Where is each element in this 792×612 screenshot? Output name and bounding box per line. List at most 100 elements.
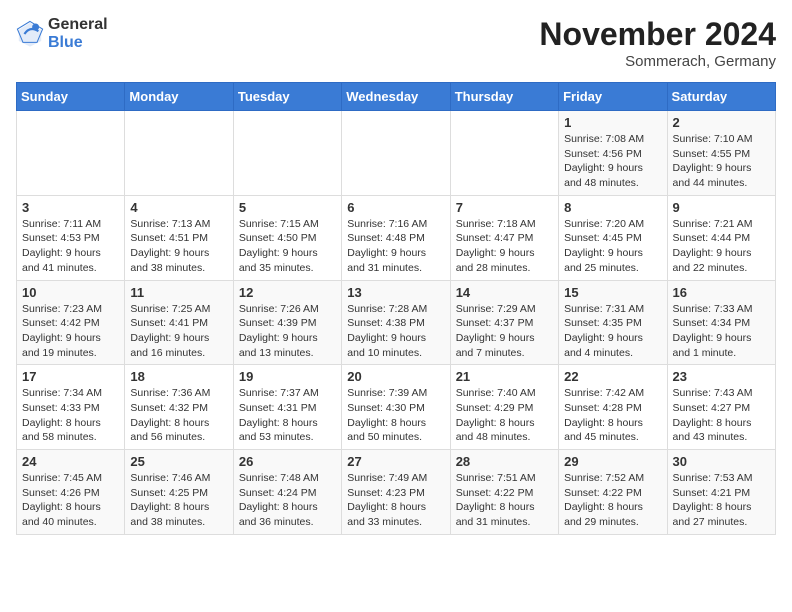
- day-info: Sunrise: 7:46 AM Sunset: 4:25 PM Dayligh…: [130, 471, 227, 530]
- day-number: 1: [564, 115, 661, 130]
- day-info: Sunrise: 7:34 AM Sunset: 4:33 PM Dayligh…: [22, 386, 119, 445]
- logo: General Blue: [16, 16, 108, 51]
- day-info: Sunrise: 7:13 AM Sunset: 4:51 PM Dayligh…: [130, 217, 227, 276]
- logo-general-text: General: [48, 16, 108, 34]
- day-number: 15: [564, 285, 661, 300]
- day-number: 19: [239, 369, 336, 384]
- day-info: Sunrise: 7:53 AM Sunset: 4:21 PM Dayligh…: [673, 471, 770, 530]
- day-cell: [342, 111, 450, 196]
- day-number: 10: [22, 285, 119, 300]
- day-cell: 17 Sunrise: 7:34 AM Sunset: 4:33 PM Dayli…: [17, 365, 125, 450]
- day-number: 27: [347, 454, 444, 469]
- day-cell: 7 Sunrise: 7:18 AM Sunset: 4:47 PM Daylig…: [450, 195, 558, 280]
- day-cell: 13Sunrise: 7:28 AM Sunset: 4:38 PM Dayli…: [342, 280, 450, 365]
- title-block: November 2024 Sommerach, Germany: [539, 16, 776, 70]
- day-number: 25: [130, 454, 227, 469]
- day-cell: 24 Sunrise: 7:45 AM Sunset: 4:26 PM Dayli…: [17, 450, 125, 535]
- day-info: Sunrise: 7:18 AM Sunset: 4:47 PM Dayligh…: [456, 217, 553, 276]
- day-number: 7: [456, 200, 553, 215]
- day-cell: 26 Sunrise: 7:48 AM Sunset: 4:24 PM Dayli…: [233, 450, 341, 535]
- day-cell: 20 Sunrise: 7:39 AM Sunset: 4:30 PM Dayli…: [342, 365, 450, 450]
- day-number: 3: [22, 200, 119, 215]
- day-cell: 25 Sunrise: 7:46 AM Sunset: 4:25 PM Dayli…: [125, 450, 233, 535]
- header-monday: Monday: [125, 83, 233, 111]
- header-friday: Friday: [559, 83, 667, 111]
- day-info: Sunrise: 7:48 AM Sunset: 4:24 PM Dayligh…: [239, 471, 336, 530]
- header-row: SundayMondayTuesdayWednesdayThursdayFrid…: [17, 83, 776, 111]
- header-wednesday: Wednesday: [342, 83, 450, 111]
- calendar-table: SundayMondayTuesdayWednesdayThursdayFrid…: [16, 82, 776, 535]
- day-info: Sunrise: 7:15 AM Sunset: 4:50 PM Dayligh…: [239, 217, 336, 276]
- day-cell: 3Sunrise: 7:11 AM Sunset: 4:53 PM Daylig…: [17, 195, 125, 280]
- day-info: Sunrise: 7:29 AM Sunset: 4:37 PM Dayligh…: [456, 302, 553, 361]
- day-number: 21: [456, 369, 553, 384]
- day-number: 26: [239, 454, 336, 469]
- day-info: Sunrise: 7:33 AM Sunset: 4:34 PM Dayligh…: [673, 302, 770, 361]
- day-cell: 6 Sunrise: 7:16 AM Sunset: 4:48 PM Daylig…: [342, 195, 450, 280]
- day-number: 30: [673, 454, 770, 469]
- page-header: General Blue November 2024 Sommerach, Ge…: [16, 16, 776, 70]
- day-cell: 15 Sunrise: 7:31 AM Sunset: 4:35 PM Dayli…: [559, 280, 667, 365]
- day-number: 17: [22, 369, 119, 384]
- day-info: Sunrise: 7:52 AM Sunset: 4:22 PM Dayligh…: [564, 471, 661, 530]
- day-number: 16: [673, 285, 770, 300]
- day-info: Sunrise: 7:31 AM Sunset: 4:35 PM Dayligh…: [564, 302, 661, 361]
- day-number: 2: [673, 115, 770, 130]
- header-sunday: Sunday: [17, 83, 125, 111]
- day-cell: 18 Sunrise: 7:36 AM Sunset: 4:32 PM Dayli…: [125, 365, 233, 450]
- day-number: 9: [673, 200, 770, 215]
- day-info: Sunrise: 7:26 AM Sunset: 4:39 PM Dayligh…: [239, 302, 336, 361]
- week-row-5: 24 Sunrise: 7:45 AM Sunset: 4:26 PM Dayli…: [17, 450, 776, 535]
- day-info: Sunrise: 7:43 AM Sunset: 4:27 PM Dayligh…: [673, 386, 770, 445]
- day-info: Sunrise: 7:21 AM Sunset: 4:44 PM Dayligh…: [673, 217, 770, 276]
- day-number: 29: [564, 454, 661, 469]
- day-cell: 27 Sunrise: 7:49 AM Sunset: 4:23 PM Dayli…: [342, 450, 450, 535]
- day-number: 18: [130, 369, 227, 384]
- day-cell: [17, 111, 125, 196]
- day-info: Sunrise: 7:45 AM Sunset: 4:26 PM Dayligh…: [22, 471, 119, 530]
- header-thursday: Thursday: [450, 83, 558, 111]
- day-cell: 10 Sunrise: 7:23 AM Sunset: 4:42 PM Dayli…: [17, 280, 125, 365]
- day-number: 23: [673, 369, 770, 384]
- day-number: 28: [456, 454, 553, 469]
- day-number: 12: [239, 285, 336, 300]
- day-cell: [450, 111, 558, 196]
- calendar-subtitle: Sommerach, Germany: [539, 53, 776, 70]
- day-info: Sunrise: 7:36 AM Sunset: 4:32 PM Dayligh…: [130, 386, 227, 445]
- day-cell: 2 Sunrise: 7:10 AM Sunset: 4:55 PM Daylig…: [667, 111, 775, 196]
- day-number: 6: [347, 200, 444, 215]
- day-cell: 23 Sunrise: 7:43 AM Sunset: 4:27 PM Dayli…: [667, 365, 775, 450]
- day-info: Sunrise: 7:49 AM Sunset: 4:23 PM Dayligh…: [347, 471, 444, 530]
- day-cell: 12 Sunrise: 7:26 AM Sunset: 4:39 PM Dayli…: [233, 280, 341, 365]
- day-info: Sunrise: 7:10 AM Sunset: 4:55 PM Dayligh…: [673, 132, 770, 191]
- day-number: 11: [130, 285, 227, 300]
- day-info: Sunrise: 7:16 AM Sunset: 4:48 PM Dayligh…: [347, 217, 444, 276]
- day-info: Sunrise: 7:23 AM Sunset: 4:42 PM Dayligh…: [22, 302, 119, 361]
- day-info: Sunrise: 7:37 AM Sunset: 4:31 PM Dayligh…: [239, 386, 336, 445]
- day-cell: 8Sunrise: 7:20 AM Sunset: 4:45 PM Daylig…: [559, 195, 667, 280]
- day-info: Sunrise: 7:28 AM Sunset: 4:38 PM Dayligh…: [347, 302, 444, 361]
- week-row-4: 17 Sunrise: 7:34 AM Sunset: 4:33 PM Dayli…: [17, 365, 776, 450]
- day-info: Sunrise: 7:08 AM Sunset: 4:56 PM Dayligh…: [564, 132, 661, 191]
- day-info: Sunrise: 7:39 AM Sunset: 4:30 PM Dayligh…: [347, 386, 444, 445]
- day-cell: 30 Sunrise: 7:53 AM Sunset: 4:21 PM Dayli…: [667, 450, 775, 535]
- week-row-1: 1 Sunrise: 7:08 AM Sunset: 4:56 PM Daylig…: [17, 111, 776, 196]
- header-tuesday: Tuesday: [233, 83, 341, 111]
- day-info: Sunrise: 7:51 AM Sunset: 4:22 PM Dayligh…: [456, 471, 553, 530]
- calendar-body: 1 Sunrise: 7:08 AM Sunset: 4:56 PM Daylig…: [17, 111, 776, 535]
- week-row-2: 3Sunrise: 7:11 AM Sunset: 4:53 PM Daylig…: [17, 195, 776, 280]
- week-row-3: 10 Sunrise: 7:23 AM Sunset: 4:42 PM Dayli…: [17, 280, 776, 365]
- day-cell: 4Sunrise: 7:13 AM Sunset: 4:51 PM Daylig…: [125, 195, 233, 280]
- day-number: 24: [22, 454, 119, 469]
- logo-icon: [16, 20, 44, 48]
- day-cell: 16 Sunrise: 7:33 AM Sunset: 4:34 PM Dayli…: [667, 280, 775, 365]
- logo-text: General Blue: [48, 16, 108, 51]
- day-cell: 11 Sunrise: 7:25 AM Sunset: 4:41 PM Dayli…: [125, 280, 233, 365]
- day-number: 14: [456, 285, 553, 300]
- day-cell: 22Sunrise: 7:42 AM Sunset: 4:28 PM Dayli…: [559, 365, 667, 450]
- day-number: 8: [564, 200, 661, 215]
- day-info: Sunrise: 7:25 AM Sunset: 4:41 PM Dayligh…: [130, 302, 227, 361]
- day-cell: 28 Sunrise: 7:51 AM Sunset: 4:22 PM Dayli…: [450, 450, 558, 535]
- day-number: 20: [347, 369, 444, 384]
- day-cell: 19 Sunrise: 7:37 AM Sunset: 4:31 PM Dayli…: [233, 365, 341, 450]
